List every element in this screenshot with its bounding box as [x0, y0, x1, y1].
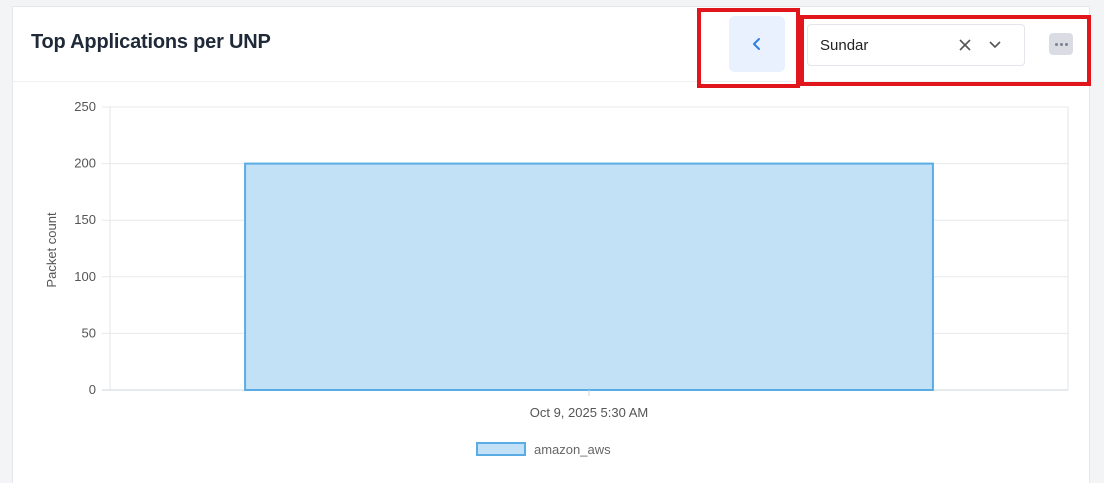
bar-chart: 0 50 100 150 200 250 Oct 9, 2025 5:30 AM Packe… — [44, 99, 1069, 420]
y-tick-label: 250 — [74, 99, 96, 114]
y-tick-label: 150 — [74, 212, 96, 227]
y-axis-label: Packet count — [44, 212, 59, 288]
y-tick-label: 200 — [74, 156, 96, 171]
chart-legend[interactable]: amazon_aws — [476, 440, 611, 458]
y-tick-label: 0 — [89, 382, 96, 397]
x-tick-label: Oct 9, 2025 5:30 AM — [530, 405, 649, 420]
bars — [244, 162, 934, 391]
bar-amazon_aws — [244, 162, 934, 391]
legend-swatch — [476, 442, 526, 456]
legend-label: amazon_aws — [534, 441, 611, 457]
y-tick-label: 100 — [74, 269, 96, 284]
y-tick-label: 50 — [82, 325, 96, 340]
